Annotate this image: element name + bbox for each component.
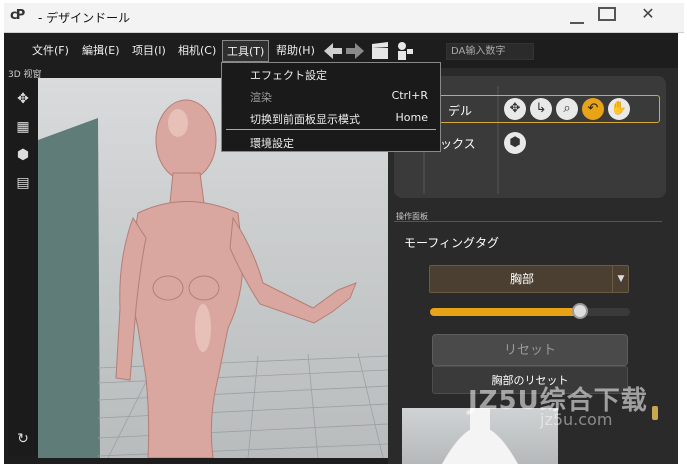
morph-slider-fill xyxy=(430,308,582,316)
menu-separator xyxy=(226,129,436,130)
rotate-handle-icon[interactable]: ↳ xyxy=(530,98,552,120)
arrow-left-icon[interactable] xyxy=(324,43,342,59)
morph-select-value: 胸部 xyxy=(509,272,534,286)
menu-item-environment-settings[interactable]: 環境設定 xyxy=(222,131,440,153)
menu-file[interactable]: 文件(F) xyxy=(28,40,73,62)
menu-item-front-panel-mode[interactable]: 切换到前面板显示模式 Home xyxy=(222,107,440,129)
minimize-button[interactable] xyxy=(570,12,584,24)
reset-button[interactable]: リセット xyxy=(432,334,628,366)
film-icon[interactable]: ▦ xyxy=(14,118,32,136)
cube-icon[interactable]: ⬢ xyxy=(14,146,32,164)
floor-grid xyxy=(97,352,388,458)
tools-dropdown-menu: エフェクト設定 渲染 Ctrl+R 切换到前面板显示模式 Home 環境設定 xyxy=(221,62,441,152)
maximize-button[interactable] xyxy=(598,7,616,21)
window-title: - デザインドール xyxy=(38,11,131,25)
menu-bar: 文件(F) 編揖(E) 项目(I) 相机(C) 工具(T) 帮助(H) xyxy=(4,40,504,62)
doll-figure xyxy=(115,99,357,458)
undo-icon[interactable]: ↶ xyxy=(582,98,604,120)
wall-panel xyxy=(38,118,100,458)
clapperboard-icon[interactable] xyxy=(372,42,388,59)
rotate-icon[interactable]: ↻ xyxy=(14,430,32,448)
watermark-sub: jz5u.com xyxy=(540,410,613,429)
chevron-down-icon[interactable]: ▼ xyxy=(612,265,629,293)
morph-slider-thumb[interactable] xyxy=(572,303,588,319)
left-toolbar: ✥ ▦ ⬢ ▤ ↻ xyxy=(8,80,38,456)
model-row-label: デル xyxy=(448,104,473,118)
menu-edit[interactable]: 編揖(E) xyxy=(78,40,124,62)
camera-dolly-icon[interactable]: ✥ xyxy=(14,90,32,108)
menu-help[interactable]: 帮助(H) xyxy=(272,40,319,62)
close-button[interactable]: ✕ xyxy=(634,5,662,23)
menu-tools[interactable]: 工具(T) xyxy=(222,40,270,62)
zoom-icon[interactable]: ⌕ xyxy=(556,98,578,120)
menu-camera[interactable]: 相机(C) xyxy=(174,40,220,62)
morph-tag-label: モーフィングタグ xyxy=(404,236,500,250)
move-icon[interactable]: ✥ xyxy=(504,98,526,120)
grid-icon[interactable]: ▤ xyxy=(14,174,32,192)
arrow-right-icon[interactable] xyxy=(346,43,364,59)
toolbar-icons xyxy=(322,40,422,62)
menu-item-effect-settings[interactable]: エフェクト設定 xyxy=(222,63,440,85)
hand-icon[interactable]: ✋ xyxy=(608,98,630,120)
box-cube-icon[interactable]: ⬢ xyxy=(504,132,526,154)
da-number-input[interactable]: DA输入数字 xyxy=(446,43,534,60)
figure-icon[interactable] xyxy=(398,42,413,60)
menu-item-render[interactable]: 渲染 Ctrl+R xyxy=(222,85,440,107)
app-logo: cP xyxy=(10,8,25,23)
panel-divider xyxy=(394,221,662,222)
viewport-label: 3D 视窗 xyxy=(8,70,42,80)
box-row-label: ックス xyxy=(440,137,476,151)
menu-item-project[interactable]: 项目(I) xyxy=(128,40,170,62)
